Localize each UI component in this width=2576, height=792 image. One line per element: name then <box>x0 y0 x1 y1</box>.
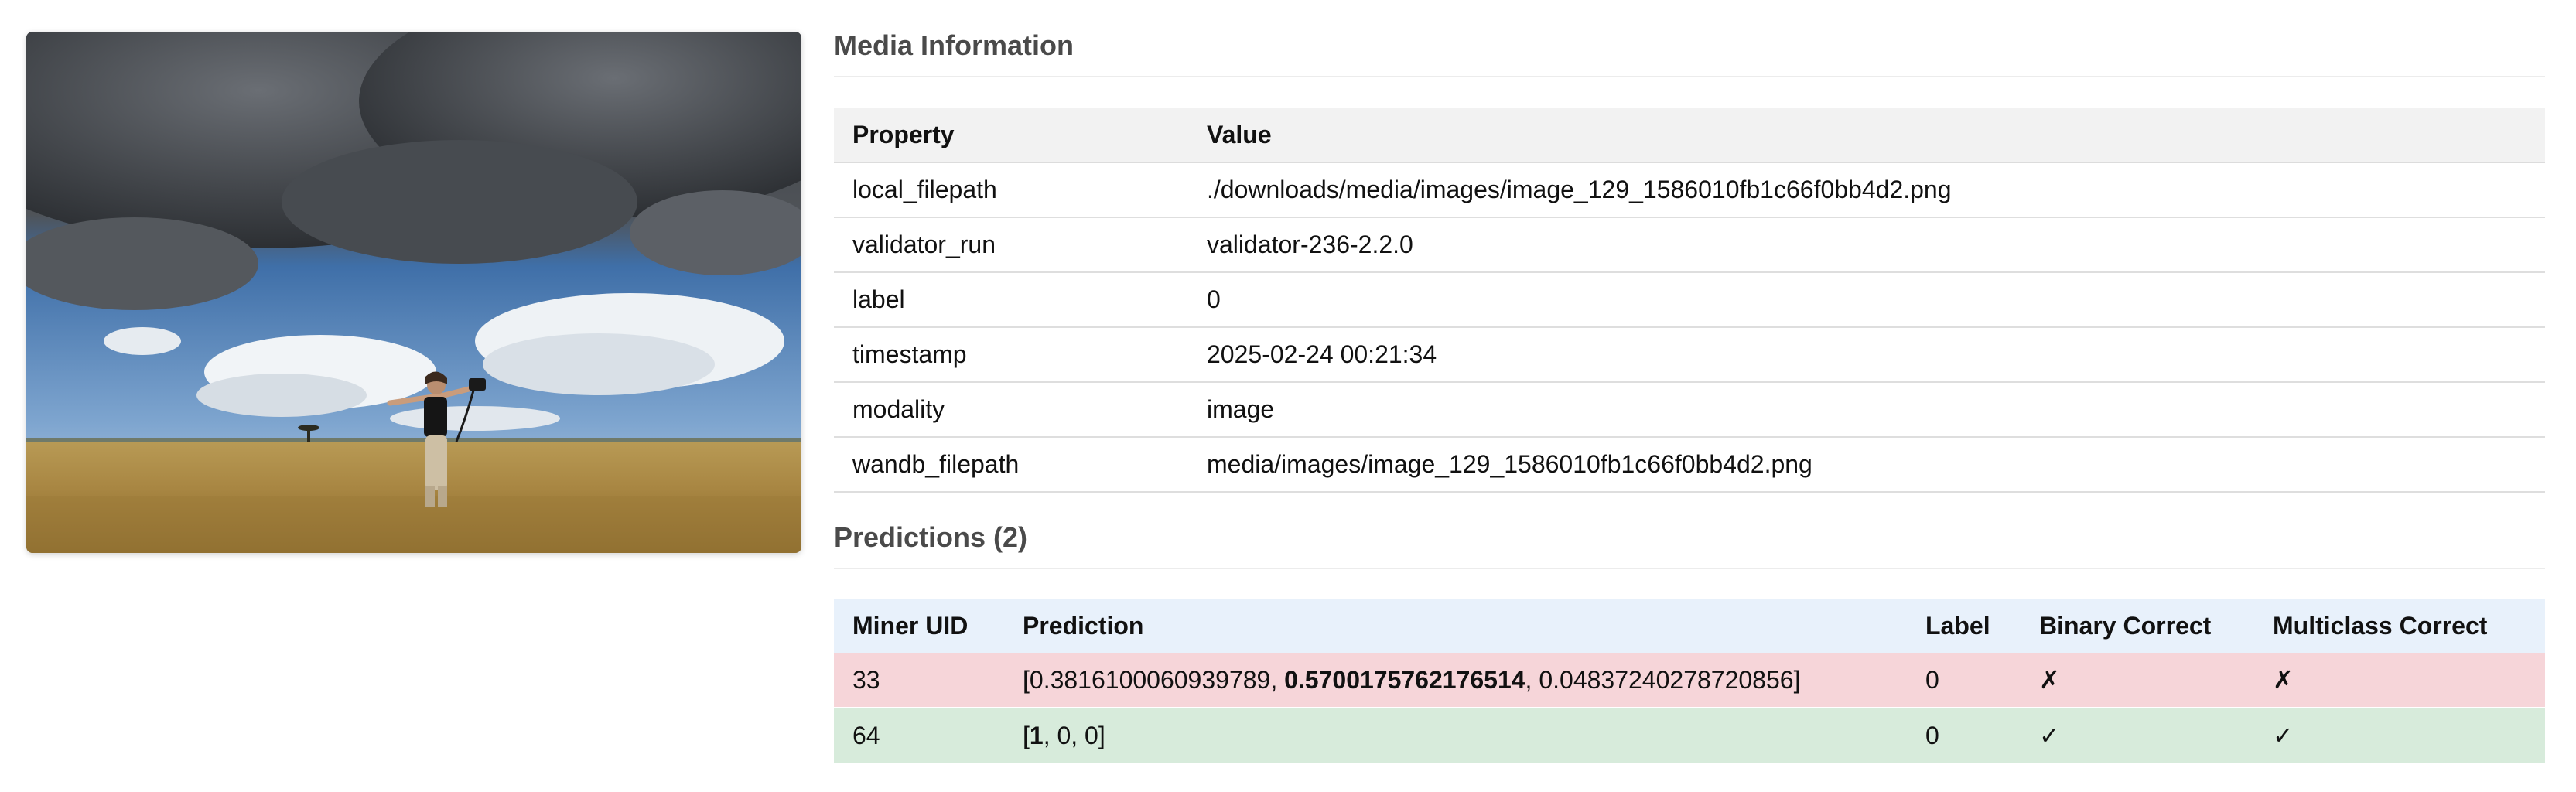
prediction-text: , 0, 0] <box>1043 721 1105 749</box>
media-information-table: Property Value local_filepath ./download… <box>834 108 2545 493</box>
label-cell: 0 <box>1907 653 2021 708</box>
predictions-title: Predictions (2) <box>834 521 2545 569</box>
prediction-text: , 0.04837240278720856] <box>1525 665 1801 694</box>
multiclass-correct-cell: ✓ <box>2254 708 2545 764</box>
prediction-text: [0.3816100060939789, <box>1023 665 1285 694</box>
table-header-row: Property Value <box>834 108 2545 163</box>
table-row: local_filepath ./downloads/media/images/… <box>834 162 2545 218</box>
binary-correct-cell: ✗ <box>2021 653 2254 708</box>
multiclass-correct-header: Multiclass Correct <box>2273 611 2488 640</box>
table-row: wandb_filepath media/images/image_129_15… <box>834 437 2545 493</box>
value-cell: media/images/image_129_1586010fb1c66f0bb… <box>1188 437 2545 493</box>
value-cell: 0 <box>1188 272 2545 328</box>
prediction-max-value: 0.5700175762176514 <box>1284 665 1525 694</box>
label-header: Label <box>1925 611 1990 640</box>
table-row: timestamp 2025-02-24 00:21:34 <box>834 327 2545 383</box>
prediction-header: Prediction <box>1023 611 1144 640</box>
multiclass-correct-cell: ✗ <box>2254 653 2545 708</box>
miner-uid-header: Miner UID <box>852 611 969 640</box>
miner-uid-cell: 33 <box>834 653 1004 708</box>
table-row: modality image <box>834 382 2545 438</box>
cross-icon: ✗ <box>2273 666 2294 694</box>
value-cell: ./downloads/media/images/image_129_15860… <box>1188 162 2545 218</box>
miner-uid-cell: 64 <box>834 708 1004 764</box>
property-cell: label <box>834 272 1188 328</box>
property-cell: wandb_filepath <box>834 437 1188 493</box>
cross-icon: ✗ <box>2039 666 2060 694</box>
prediction-cell: [1, 0, 0] <box>1004 708 1907 764</box>
media-image <box>26 32 801 553</box>
label-cell: 0 <box>1907 708 2021 764</box>
value-cell: 2025-02-24 00:21:34 <box>1188 327 2545 383</box>
photo-icon <box>26 32 801 553</box>
prediction-text: [ <box>1023 721 1030 749</box>
property-cell: local_filepath <box>834 162 1188 218</box>
prediction-max-value: 1 <box>1029 721 1044 749</box>
prediction-row-incorrect: 33 [0.3816100060939789, 0.57001757621765… <box>834 653 2545 708</box>
value-cell: image <box>1188 382 2545 438</box>
prediction-cell: [0.3816100060939789, 0.5700175762176514,… <box>1004 653 1907 708</box>
property-cell: modality <box>834 382 1188 438</box>
property-cell: validator_run <box>834 217 1188 273</box>
table-row: label 0 <box>834 272 2545 328</box>
table-header-row: Miner UID Prediction Label Binary Correc… <box>834 599 2545 653</box>
value-header: Value <box>1188 108 2545 163</box>
check-icon: ✓ <box>2273 722 2294 749</box>
prediction-row-correct: 64 [1, 0, 0] 0 ✓ ✓ <box>834 708 2545 764</box>
property-header: Property <box>834 108 1188 163</box>
property-cell: timestamp <box>834 327 1188 383</box>
table-row: validator_run validator-236-2.2.0 <box>834 217 2545 273</box>
check-icon: ✓ <box>2039 722 2060 749</box>
value-cell: validator-236-2.2.0 <box>1188 217 2545 273</box>
predictions-table: Miner UID Prediction Label Binary Correc… <box>834 599 2545 764</box>
page: Media Information Property Value local_f… <box>0 0 2576 792</box>
media-information-title: Media Information <box>834 29 2545 77</box>
binary-correct-header: Binary Correct <box>2039 611 2212 640</box>
binary-correct-cell: ✓ <box>2021 708 2254 764</box>
